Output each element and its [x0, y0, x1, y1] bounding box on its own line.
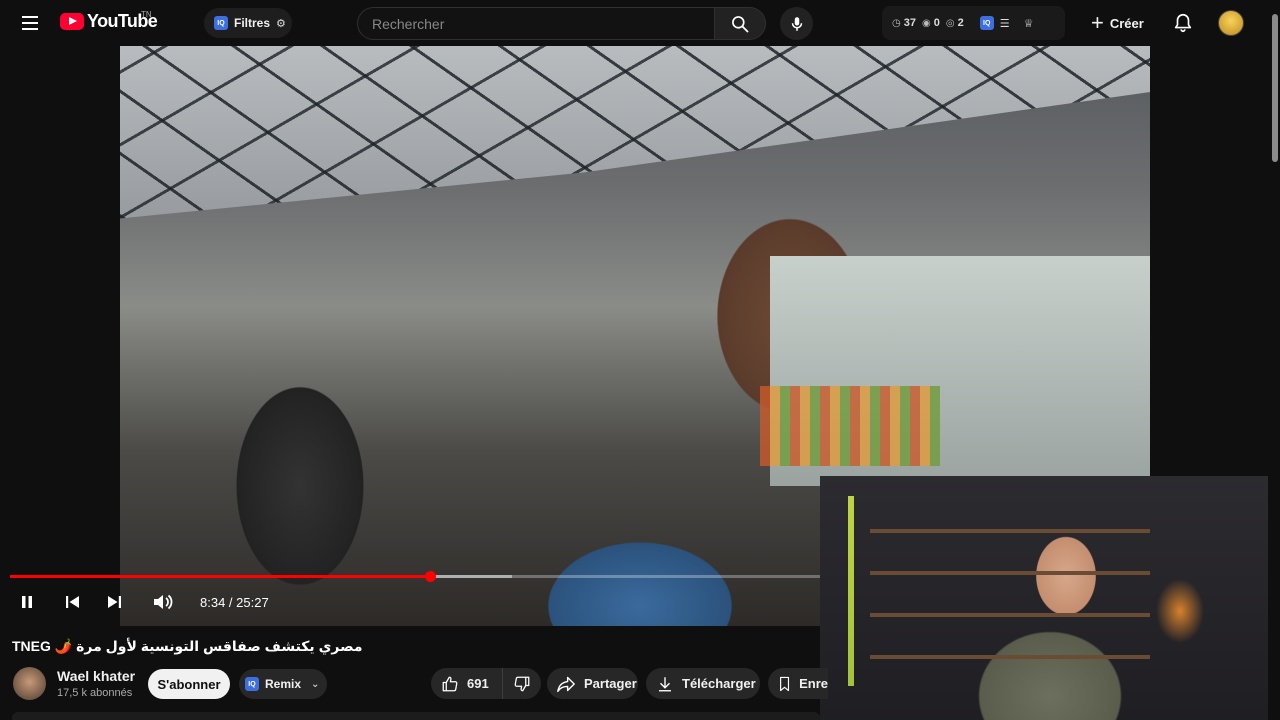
- bookmark-icon: [780, 676, 790, 691]
- menu-icon[interactable]: [14, 8, 46, 38]
- logo-country-code: TN: [141, 10, 152, 19]
- previous-button[interactable]: [62, 592, 84, 612]
- save-label: Enre: [799, 676, 828, 691]
- streamer-webcam-overlay: [820, 476, 1280, 720]
- search-icon: [732, 15, 749, 32]
- search-input[interactable]: [372, 15, 714, 32]
- voice-search-button[interactable]: [780, 7, 813, 40]
- remix-label: Remix: [265, 677, 302, 691]
- bell-icon: [1174, 13, 1192, 33]
- extension-stats-bar[interactable]: ◷ 37 ◉ 0 ◎ 2 IQ ☰ ♕: [882, 6, 1065, 40]
- account-avatar[interactable]: [1218, 10, 1244, 36]
- subscribe-button[interactable]: S'abonner: [148, 669, 230, 699]
- thumbs-down-icon: [514, 676, 530, 691]
- chevron-down-icon: ⌄: [311, 678, 320, 690]
- video-frame-roof: [120, 46, 1150, 219]
- thumbs-up-icon: [442, 676, 458, 691]
- clock-icon: ◷: [892, 17, 901, 29]
- download-label: Télécharger: [682, 676, 756, 691]
- sliders-icon: ⚙: [276, 17, 286, 30]
- channel-name[interactable]: Wael khater: [57, 668, 135, 684]
- time-display: 8:34 / 25:27: [200, 595, 269, 610]
- search-button[interactable]: [714, 7, 766, 40]
- iq-extension-icon[interactable]: IQ: [979, 16, 994, 30]
- volume-button[interactable]: [151, 592, 175, 612]
- save-button[interactable]: Enre: [768, 668, 828, 699]
- webcam-led-strip: [848, 496, 854, 686]
- subscriber-count: 17,5 k abonnés: [57, 687, 133, 699]
- plus-icon: +: [1091, 10, 1104, 35]
- list-icon[interactable]: ☰: [1000, 17, 1010, 30]
- trophy-icon[interactable]: ♕: [1024, 17, 1034, 30]
- search-box[interactable]: [357, 7, 714, 40]
- notifications-button[interactable]: [1172, 12, 1194, 39]
- pause-button[interactable]: [16, 592, 38, 612]
- like-dislike-group: 691: [431, 668, 541, 699]
- mic-icon: [791, 16, 802, 31]
- webcam-shelf: [870, 491, 1150, 691]
- share-icon: [557, 676, 575, 692]
- eye-outline-icon: ◎: [945, 17, 955, 29]
- share-button[interactable]: Partager: [547, 668, 638, 699]
- like-button[interactable]: 691: [431, 668, 503, 699]
- create-button[interactable]: + Créer: [1091, 8, 1144, 38]
- played-bar: [10, 575, 431, 578]
- filters-button[interactable]: IQ Filtres ⚙: [204, 8, 292, 38]
- pause-icon: [22, 596, 32, 608]
- page-scrollbar-thumb[interactable]: [1272, 14, 1278, 162]
- views2-stat: ◎ 2: [945, 17, 964, 29]
- channel-avatar[interactable]: [13, 667, 46, 700]
- video-title: مصري يكتشف صفاقس التونسية لأول مرة 🌶️ TN…: [12, 638, 363, 654]
- views-stat: ◉ 0: [921, 17, 940, 29]
- download-button[interactable]: Télécharger: [646, 668, 760, 699]
- next-button[interactable]: [103, 592, 125, 612]
- iq-extension-icon: IQ: [245, 677, 259, 691]
- dislike-button[interactable]: [503, 668, 541, 699]
- watch-stat: ◷ 37: [892, 17, 916, 29]
- remix-button[interactable]: IQ Remix ⌄: [239, 669, 327, 699]
- share-label: Partager: [584, 676, 637, 691]
- video-frame-produce: [760, 386, 940, 466]
- youtube-play-icon: [60, 13, 84, 30]
- skip-next-icon: [108, 596, 121, 608]
- iq-extension-icon: IQ: [214, 16, 228, 30]
- progress-bar[interactable]: [10, 571, 820, 582]
- create-label: Créer: [1109, 15, 1144, 31]
- filters-label: Filtres: [234, 16, 271, 30]
- skip-previous-icon: [66, 596, 79, 608]
- volume-icon: [154, 594, 173, 610]
- masthead: YouTube TN IQ Filtres ⚙ ◷37 ◉0 ◎2 IQ ☰ ♕…: [0, 0, 1280, 46]
- like-count: 691: [467, 676, 489, 691]
- download-icon: [659, 676, 671, 691]
- description-box-edge[interactable]: [12, 712, 820, 720]
- eye-icon: ◉: [921, 17, 931, 29]
